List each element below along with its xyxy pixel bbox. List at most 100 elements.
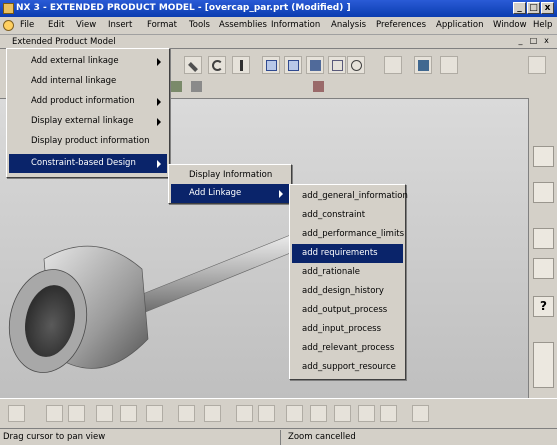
move-icon[interactable] <box>178 405 195 422</box>
undo-icon[interactable] <box>208 56 226 74</box>
help-icon[interactable]: ? <box>533 296 554 317</box>
menu-view[interactable]: View <box>76 20 96 30</box>
chamfer-icon[interactable] <box>380 405 397 422</box>
sub-close-button[interactable]: x <box>541 36 552 47</box>
menu-preferences[interactable]: Preferences <box>376 20 426 30</box>
menu-add-product-information[interactable]: Add product information <box>9 92 167 111</box>
menu-constraint-based-design[interactable]: Constraint-based Design <box>9 154 167 173</box>
part-navigator-icon[interactable] <box>533 182 554 203</box>
curve-tool-icon[interactable] <box>258 405 275 422</box>
wireframe-icon[interactable] <box>328 56 346 74</box>
rotate-icon[interactable] <box>204 405 221 422</box>
status-bar: Drag cursor to pan view Zoom cancelled <box>0 428 557 445</box>
revolve-icon[interactable] <box>334 405 351 422</box>
menu-format[interactable]: Format <box>147 20 177 30</box>
list-scroll-icon[interactable] <box>533 342 554 388</box>
menu-display-external-linkage[interactable]: Display external linkage <box>9 112 167 131</box>
resource-bar: ? <box>528 98 557 398</box>
edit-dropdown-icon[interactable] <box>440 56 458 74</box>
menu-assemblies[interactable]: Assemblies <box>219 20 267 30</box>
section-icon[interactable] <box>286 405 303 422</box>
measure-icon[interactable] <box>236 405 253 422</box>
toolbar-overflow-icon[interactable] <box>384 56 402 74</box>
roles-icon[interactable] <box>533 258 554 279</box>
paint-icon[interactable] <box>120 405 137 422</box>
curve-icon[interactable] <box>450 78 468 96</box>
menu-add-support-resource[interactable]: add_support_resource <box>292 358 403 377</box>
window-title: NX 3 - EXTENDED PRODUCT MODEL - [overcap… <box>16 3 351 13</box>
fit-view-icon[interactable] <box>262 56 280 74</box>
snap-icon[interactable] <box>310 78 328 96</box>
menu-tools[interactable]: Tools <box>189 20 210 30</box>
delete-icon[interactable] <box>184 56 202 74</box>
subwindow-bar: Extended Product Model _ □ x <box>0 35 557 49</box>
submenu-arrow-icon <box>279 190 283 198</box>
app-icon <box>3 3 14 14</box>
constraint-based-design-menu: Display Information Add Linkage <box>168 164 292 204</box>
transform-icon[interactable] <box>146 405 163 422</box>
window-titlebar: NX 3 - EXTENDED PRODUCT MODEL - [overcap… <box>0 0 557 17</box>
menu-add-performance-limits[interactable]: add_performance_limits <box>292 225 404 244</box>
menu-add-linkage[interactable]: Add Linkage <box>171 184 289 203</box>
shaded-view-icon[interactable] <box>306 56 324 74</box>
menu-help[interactable]: Help <box>533 20 552 30</box>
submenu-arrow-icon <box>157 98 161 106</box>
menu-insert[interactable]: Insert <box>108 20 132 30</box>
menu-edit[interactable]: Edit <box>48 20 64 30</box>
submenu-arrow-icon <box>157 118 161 126</box>
sub-restore-button[interactable]: □ <box>528 36 539 47</box>
menu-add-relevant-process[interactable]: add_relevant_process <box>292 339 403 358</box>
layer-icon[interactable] <box>168 78 186 96</box>
menu-add-rationale[interactable]: add_rationale <box>292 263 403 282</box>
menu-file[interactable]: File <box>20 20 34 30</box>
menu-information[interactable]: Information <box>271 20 320 30</box>
sketch-icon[interactable] <box>46 405 63 422</box>
minimize-button[interactable]: _ <box>513 2 526 14</box>
selection-icon[interactable] <box>414 56 432 74</box>
info-icon[interactable] <box>232 56 250 74</box>
blend-icon[interactable] <box>358 405 375 422</box>
menu-analysis[interactable]: Analysis <box>331 20 366 30</box>
menu-window[interactable]: Window <box>493 20 527 30</box>
arc-tool-icon[interactable] <box>504 78 522 96</box>
extended-product-model-menu: Add external linkage Add internal linkag… <box>6 48 170 178</box>
menu-add-general-information[interactable]: add_general_information <box>292 187 408 206</box>
maximize-button[interactable]: □ <box>527 2 540 14</box>
history-icon[interactable] <box>533 228 554 249</box>
submenu-arrow-icon <box>157 160 161 168</box>
line-tool-icon[interactable] <box>418 78 436 96</box>
menu-add-input-process[interactable]: add_input_process <box>292 320 403 339</box>
menu-add-design-history[interactable]: add_design_history <box>292 282 403 301</box>
menu-add-external-linkage[interactable]: Add external linkage <box>9 52 167 71</box>
main-toolbar <box>160 50 557 98</box>
feature-icon[interactable] <box>68 405 85 422</box>
menu-add-internal-linkage[interactable]: Add internal linkage <box>9 72 167 91</box>
close-button[interactable]: x <box>541 2 554 14</box>
menu-application[interactable]: Application <box>436 20 484 30</box>
menu-add-constraint[interactable]: add_constraint <box>292 206 403 225</box>
datum-icon[interactable] <box>412 405 429 422</box>
spline-icon[interactable] <box>478 78 496 96</box>
edit-body-icon[interactable] <box>528 56 546 74</box>
arc-icon[interactable] <box>216 78 234 96</box>
bottom-toolbar <box>0 398 557 428</box>
line-icon[interactable] <box>390 78 408 96</box>
house-icon[interactable] <box>188 78 206 96</box>
add-linkage-menu: add_general_information add_constraint a… <box>289 184 408 380</box>
assembly-icon[interactable] <box>96 405 113 422</box>
cursor-icon[interactable] <box>8 405 25 422</box>
extrude-icon[interactable] <box>310 405 327 422</box>
menu-display-product-information[interactable]: Display product information <box>9 132 167 151</box>
assembly-navigator-icon[interactable] <box>533 146 554 167</box>
point-icon[interactable] <box>338 78 356 96</box>
subwindow-title: Extended Product Model <box>12 37 116 47</box>
status-secondary: Zoom cancelled <box>288 432 356 442</box>
sub-minimize-button[interactable]: _ <box>515 36 526 47</box>
status-message: Drag cursor to pan view <box>3 432 106 442</box>
zoom-window-icon[interactable] <box>284 56 302 74</box>
menu-add-requirements[interactable]: add requirements <box>292 244 403 263</box>
menu-display-information[interactable]: Display Information <box>171 166 289 185</box>
nx-logo-icon <box>3 20 14 31</box>
menu-add-output-process[interactable]: add_output_process <box>292 301 403 320</box>
zoom-icon[interactable] <box>347 56 365 74</box>
